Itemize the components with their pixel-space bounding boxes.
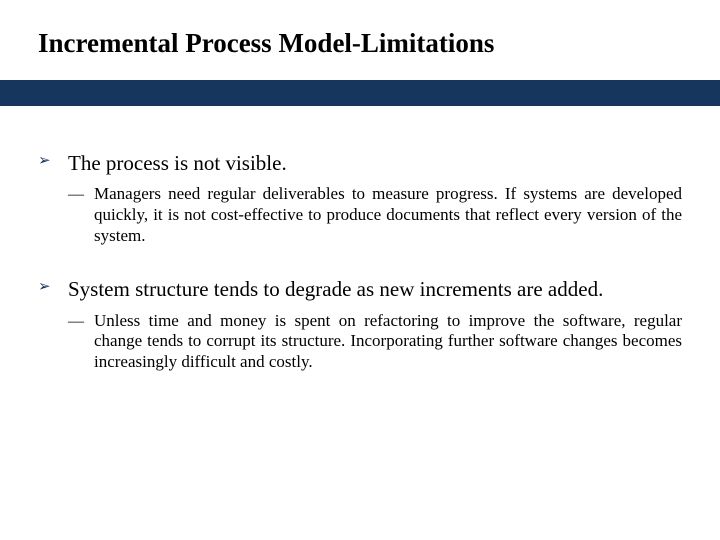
sub-bullet-text: Unless time and money is spent on refact… bbox=[94, 311, 682, 371]
slide: Incremental Process Model-Limitations ➢ … bbox=[0, 0, 720, 540]
bullet-heading: The process is not visible. bbox=[68, 151, 287, 175]
sub-bullet-item: — Unless time and money is spent on refa… bbox=[68, 311, 682, 373]
content-area: ➢ The process is not visible. — Managers… bbox=[38, 150, 682, 403]
triangle-bullet-icon: ➢ bbox=[38, 278, 51, 297]
bullet-item: ➢ The process is not visible. bbox=[38, 150, 682, 176]
slide-title: Incremental Process Model-Limitations bbox=[38, 28, 494, 59]
title-underline-bar bbox=[0, 80, 720, 106]
bullet-item: ➢ System structure tends to degrade as n… bbox=[38, 276, 682, 302]
bullet-heading: System structure tends to degrade as new… bbox=[68, 277, 603, 301]
sub-bullet-text: Managers need regular deliverables to me… bbox=[94, 184, 682, 244]
triangle-bullet-icon: ➢ bbox=[38, 152, 51, 171]
dash-bullet-icon: — bbox=[68, 312, 84, 332]
dash-bullet-icon: — bbox=[68, 185, 84, 205]
sub-bullet-item: — Managers need regular deliverables to … bbox=[68, 184, 682, 246]
